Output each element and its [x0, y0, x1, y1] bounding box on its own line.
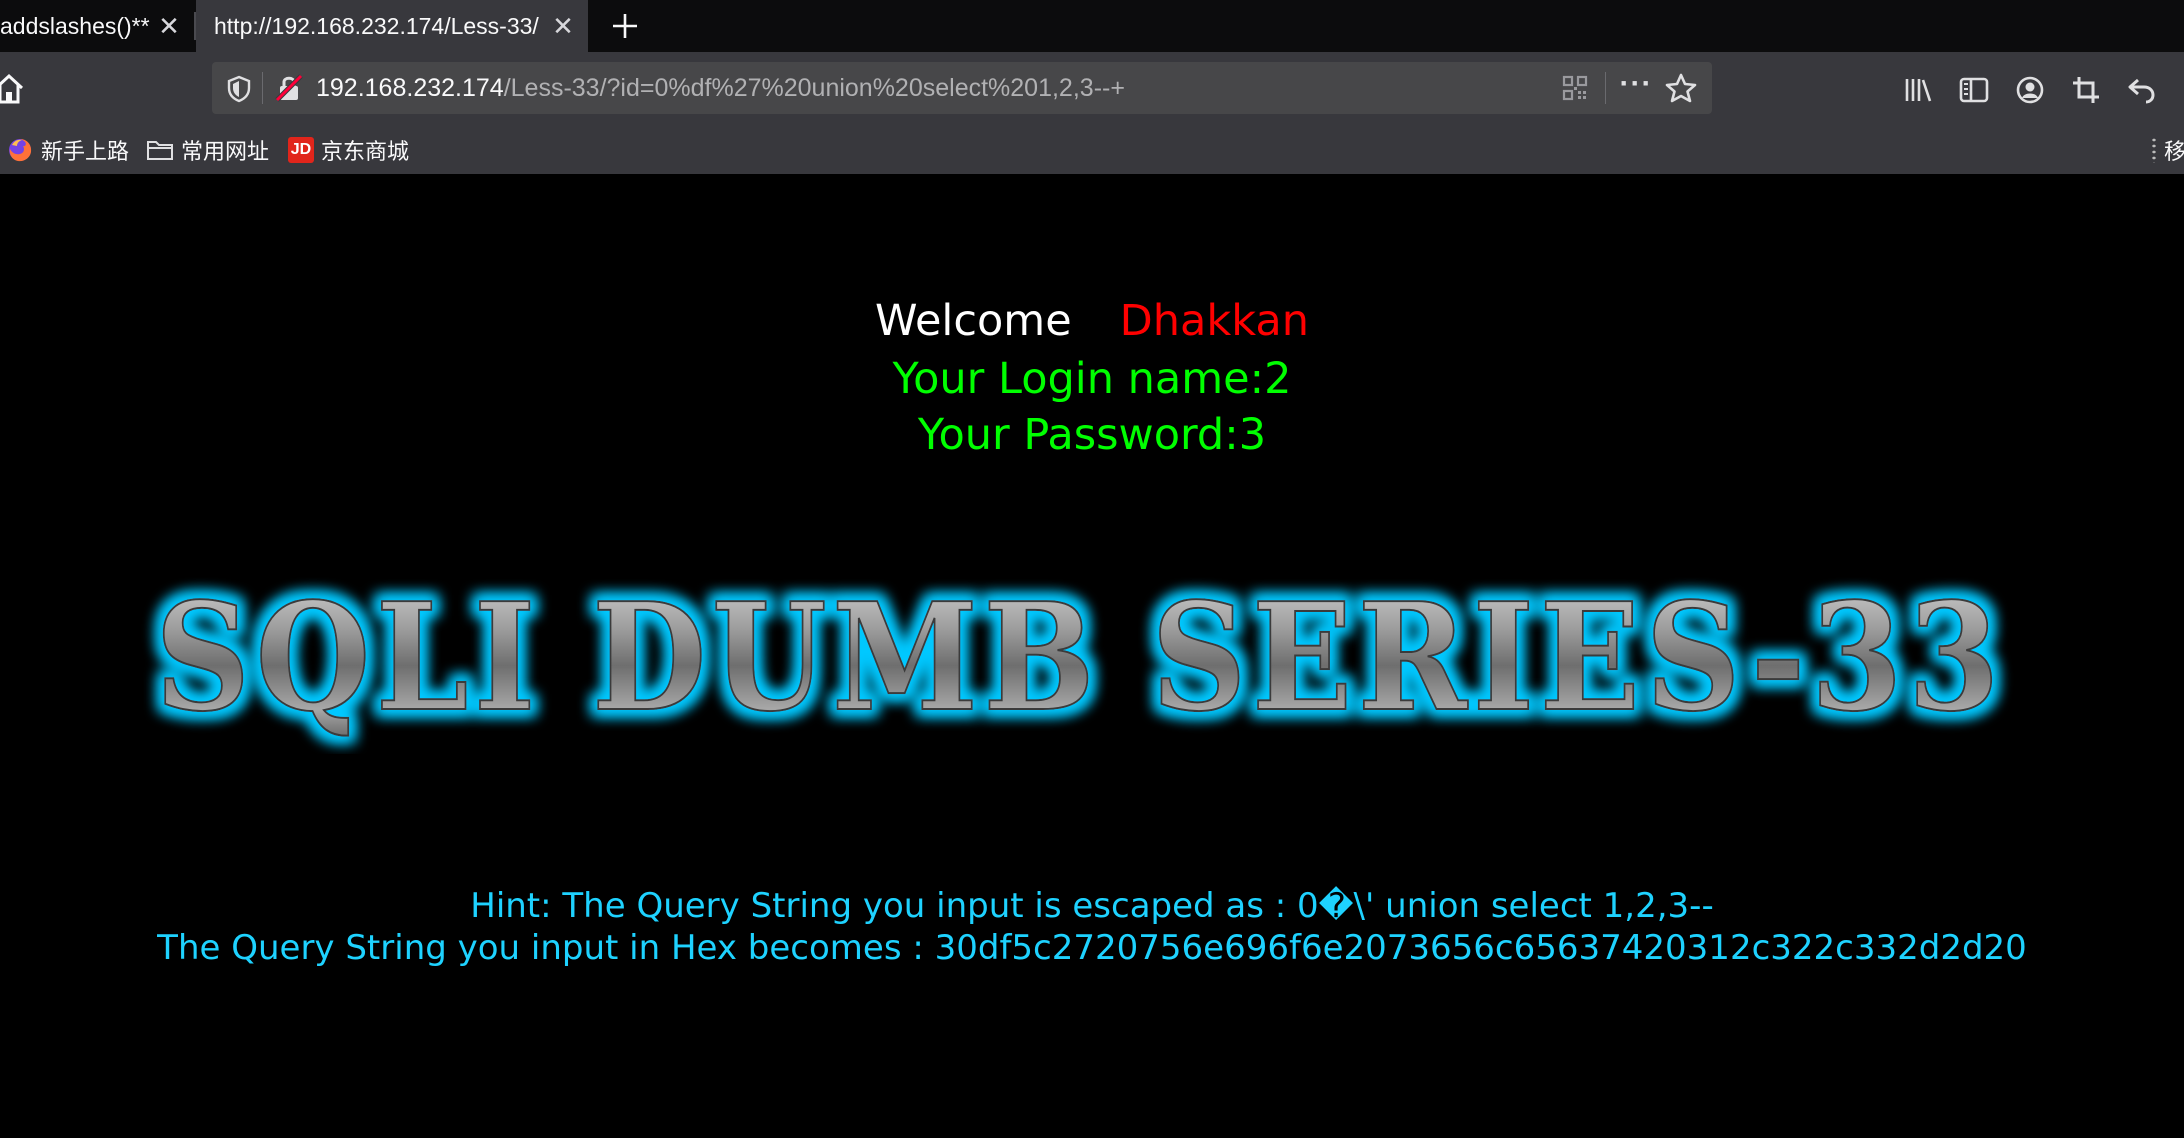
plus-icon: [613, 14, 637, 38]
tab-addslashes[interactable]: addslashes()** ✕: [0, 0, 194, 52]
account-icon[interactable]: [2014, 74, 2046, 106]
welcome-line: Welcome Dhakkan: [0, 296, 2184, 346]
login-name-text: Your Login name:2: [892, 354, 1292, 404]
password-text: Your Password:3: [917, 410, 1267, 460]
hex-text: The Query String you input in Hex become…: [157, 928, 2027, 968]
bookmarks-bar: 新手上路 常用网址 JD 京东商城 移: [0, 126, 2184, 174]
url-path: /Less-33/?id=0%df%27%20union%20select%20…: [503, 74, 1125, 102]
url-host: 192.168.232.174: [316, 74, 504, 102]
close-icon[interactable]: ✕: [154, 11, 184, 41]
welcome-text: Welcome: [874, 296, 1072, 346]
undo-icon[interactable]: [2126, 74, 2158, 106]
tracking-shield-icon[interactable]: [226, 75, 252, 103]
sidebar-icon[interactable]: [1958, 74, 1990, 106]
welcome-name: Dhakkan: [1119, 296, 1310, 346]
nav-bar: 192.168.232.174/Less-33/?id=0%df%27%20un…: [0, 52, 2184, 126]
library-icon[interactable]: [1902, 74, 1934, 106]
folder-icon: [146, 136, 174, 164]
insecure-lock-icon[interactable]: [274, 73, 304, 103]
page-content: Welcome Dhakkan Your Login name:2 Your Pa…: [0, 174, 2184, 1138]
other-bookmarks[interactable]: 移: [2150, 134, 2184, 166]
tab-title: http://192.168.232.174/Less-33/: [214, 12, 539, 39]
page-actions-more-icon[interactable]: ···: [1618, 69, 1654, 102]
grip-icon: [2150, 137, 2158, 163]
url-separator: [262, 72, 263, 104]
browser-chrome: addslashes()** ✕ http://192.168.232.174/…: [0, 0, 2184, 174]
other-bookmarks-label: 移: [2164, 139, 2184, 164]
firefox-icon: [6, 136, 34, 164]
tab-strip: addslashes()** ✕ http://192.168.232.174/…: [0, 0, 2184, 52]
series-banner-logo: SQLI DUMB SERIES-33: [154, 574, 2005, 745]
bookmark-star-icon[interactable]: [1664, 72, 1698, 104]
banner-text: SQLI DUMB SERIES-33: [155, 574, 2005, 744]
home-icon[interactable]: [0, 72, 26, 106]
bookmark-jd-mall[interactable]: JD 京东商城: [288, 134, 409, 166]
new-tab-button[interactable]: [600, 0, 650, 52]
url-separator: [1605, 72, 1606, 104]
bookmark-label: 京东商城: [321, 139, 410, 164]
jd-icon: JD: [288, 137, 314, 163]
qr-code-icon[interactable]: [1562, 75, 1588, 101]
jd-icon-text: JD: [290, 141, 312, 158]
url-bar[interactable]: 192.168.232.174/Less-33/?id=0%df%27%20un…: [212, 62, 1712, 114]
url-text[interactable]: 192.168.232.174/Less-33/?id=0%df%27%20un…: [316, 62, 1125, 114]
hint-text: Hint: The Query String you input is esca…: [470, 886, 1714, 926]
close-icon[interactable]: ✕: [548, 11, 578, 41]
bookmark-common-sites[interactable]: 常用网址: [146, 134, 269, 166]
bookmark-label: 新手上路: [41, 139, 130, 164]
tab-title: addslashes()**: [0, 12, 150, 39]
screenshot-crop-icon[interactable]: [2070, 74, 2102, 106]
bookmark-label: 常用网址: [181, 139, 270, 164]
tab-less-33[interactable]: http://192.168.232.174/Less-33/ ✕: [196, 0, 588, 52]
bookmark-getting-started[interactable]: 新手上路: [6, 134, 129, 166]
